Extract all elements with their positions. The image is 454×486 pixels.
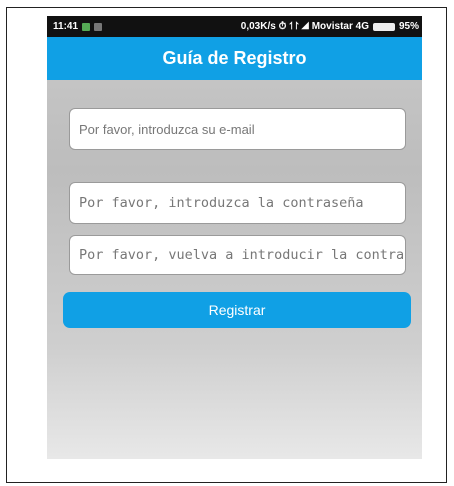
confirm-password-field[interactable]: Por favor, vuelva a introducir la contra… <box>69 235 406 275</box>
page-title: Guía de Registro <box>162 48 307 68</box>
email-placeholder: Por favor, introduzca su e-mail <box>79 121 255 137</box>
register-button[interactable]: Registrar <box>63 292 411 328</box>
notification-icon <box>82 22 91 31</box>
status-right: 0,03K/s ⏱ ↿↾ ◢ Movistar 4G 95% <box>241 21 419 32</box>
password-placeholder: Por favor, introduzca la contraseña <box>79 195 364 211</box>
phone-screen: 11:41 0,03K/s ⏱ ↿↾ ◢ Movistar 4G 95% Guí… <box>47 16 422 459</box>
status-bar: 11:41 0,03K/s ⏱ ↿↾ ◢ Movistar 4G 95% <box>47 16 422 37</box>
register-button-label: Registrar <box>208 302 266 318</box>
email-field[interactable]: Por favor, introduzca su e-mail <box>69 108 406 150</box>
battery-icon <box>372 22 395 31</box>
status-time: 11:41 <box>53 21 79 32</box>
confirm-password-placeholder: Por favor, vuelva a introducir la contra… <box>79 247 406 263</box>
battery-level: 95% <box>398 21 419 32</box>
status-network-text: 0,03K/s ⏱ ↿↾ ◢ Movistar 4G <box>240 21 369 32</box>
app-header: Guía de Registro <box>47 37 422 80</box>
password-field[interactable]: Por favor, introduzca la contraseña <box>69 182 406 224</box>
gallery-icon <box>94 22 103 31</box>
